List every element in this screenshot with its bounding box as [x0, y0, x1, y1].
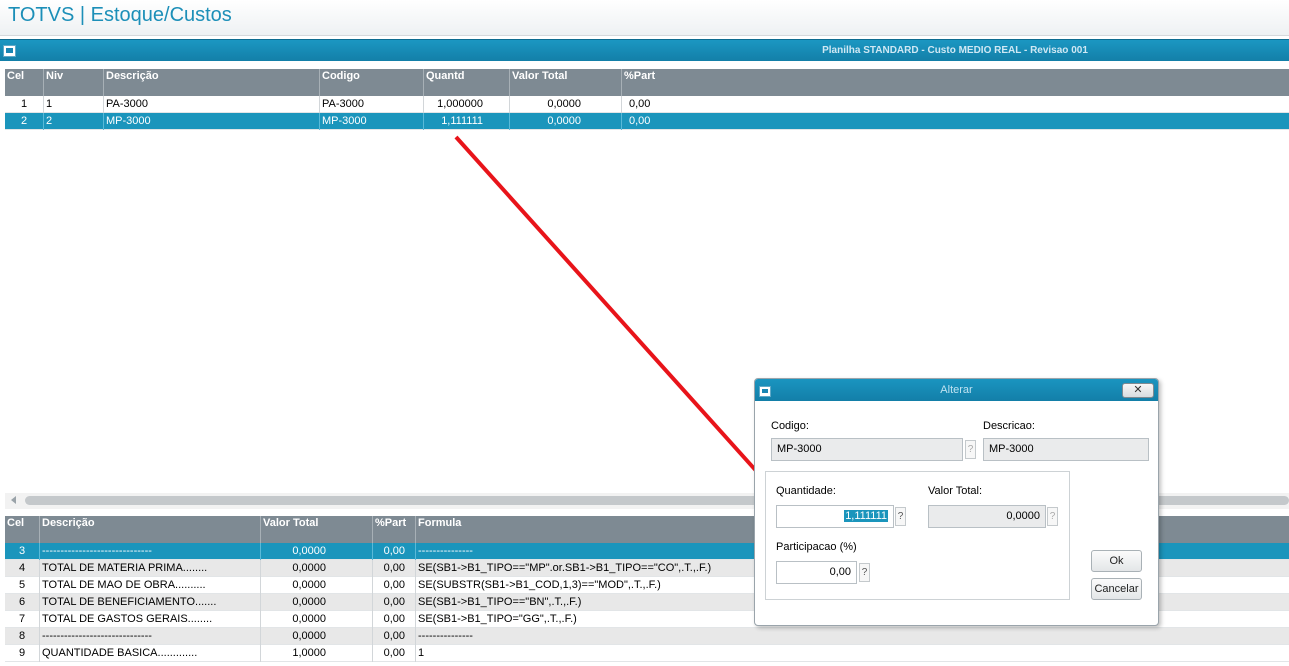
descricao-field[interactable]: MP-3000	[983, 438, 1149, 461]
participacao-help-button[interactable]: ?	[859, 563, 870, 582]
quantidade-help-button[interactable]: ?	[895, 507, 906, 526]
ok-button[interactable]: Ok	[1091, 550, 1142, 572]
descricao-label: Descricao:	[983, 420, 1035, 432]
codigo-help-button[interactable]: ?	[965, 440, 976, 459]
codigo-label: Codigo:	[771, 420, 809, 432]
values-group: Quantidade: 1,111111 ? Valor Total: 0,00…	[765, 471, 1070, 600]
valor-total-help-button[interactable]: ?	[1047, 507, 1058, 526]
app-root: TOTVS | Estoque/Custos Planilha STANDARD…	[0, 0, 1289, 666]
dialog-titlebar: Alterar ✕	[755, 379, 1158, 401]
participacao-label: Participacao (%)	[776, 541, 857, 553]
quantidade-label: Quantidade:	[776, 485, 836, 497]
participacao-field[interactable]: 0,00	[776, 561, 857, 584]
valor-total-label: Valor Total:	[928, 485, 983, 497]
cancel-button[interactable]: Cancelar	[1091, 578, 1142, 600]
dialog-title: Alterar	[940, 384, 973, 396]
codigo-field[interactable]: MP-3000	[771, 438, 963, 461]
quantidade-field[interactable]: 1,111111	[776, 505, 894, 528]
close-button[interactable]: ✕	[1122, 383, 1154, 398]
annotation-arrow-line	[454, 135, 770, 486]
valor-total-field[interactable]: 0,0000	[928, 505, 1046, 528]
quantidade-value: 1,111111	[844, 510, 888, 522]
alterar-dialog: Alterar ✕ Codigo: MP-3000 ? Descricao: M…	[754, 378, 1159, 626]
